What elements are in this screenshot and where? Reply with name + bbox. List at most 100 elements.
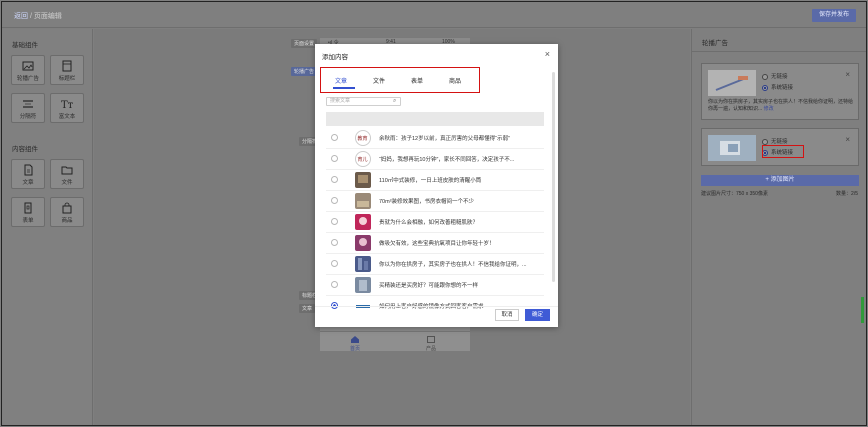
- component-divider[interactable]: 分隔符: [11, 93, 45, 123]
- component-panel: 基础组件 轮播广告 标题栏 分隔符 Tт 富文本 内容组件 文章 文件 表单 商…: [2, 29, 93, 425]
- radio-label: 系统链接: [771, 85, 794, 91]
- dialog-title: 添加内容: [322, 54, 348, 61]
- list-item[interactable]: 110㎡中式装修，一日上班皮肤的清醒小筒: [315, 170, 551, 190]
- article-tag[interactable]: 文章: [299, 304, 316, 313]
- row-thumbnail: [355, 172, 371, 188]
- row-title: 贵就为什么会相融，如何改善粗糙肌肤？: [379, 220, 479, 226]
- property-panel: 轮播广告 无链接 系统链接 × 你以为你在拱房子，其实房子也在拱人！不信我给你证…: [691, 29, 866, 425]
- row-thumbnail: 育儿: [355, 151, 371, 167]
- basic-components-title: 基础组件: [12, 42, 38, 49]
- save-publish-button[interactable]: 保存并发布: [812, 9, 856, 22]
- highlight-content-tabs: [320, 67, 480, 93]
- description-text: 你以为你在拱房子，其实房子也在拱人！不信我给你证明，还特给你再一遍，认知和知识.…: [708, 99, 854, 112]
- component-form[interactable]: 表单: [11, 197, 45, 227]
- component-label: 标题栏: [58, 76, 76, 82]
- component-article[interactable]: 文章: [11, 159, 45, 189]
- divider-icon: [23, 100, 33, 108]
- component-label: 商品: [61, 218, 73, 224]
- banner-image: [708, 70, 756, 96]
- image-count: 数量：2/5: [836, 191, 858, 197]
- article-icon: [24, 164, 33, 176]
- add-image-button[interactable]: + 添加图片: [701, 175, 859, 186]
- product-bag-icon: [62, 202, 72, 214]
- breadcrumb-separator: /: [29, 13, 32, 20]
- row-radio[interactable]: [331, 239, 338, 246]
- list-item[interactable]: 买精装还是买房好？可能跟你想的不一样: [315, 275, 551, 295]
- nav-home[interactable]: 首页: [350, 336, 360, 352]
- dialog-scrollbar[interactable]: [552, 72, 555, 282]
- row-radio[interactable]: [331, 260, 338, 267]
- phone-bottom-nav: 首页 产品: [320, 331, 470, 352]
- list-item[interactable]: 做吸欠有效，这些宝典抗氧项目让你年轻十岁！: [315, 233, 551, 253]
- component-rich-text[interactable]: Tт 富文本: [50, 93, 84, 123]
- component-product[interactable]: 商品: [50, 197, 84, 227]
- cancel-button[interactable]: 取消: [495, 309, 519, 321]
- radio-circle: [762, 73, 768, 80]
- banner-thumbnail[interactable]: [708, 135, 756, 161]
- row-thumbnail: [355, 277, 371, 293]
- option-system-link[interactable]: 系统链接: [762, 83, 793, 91]
- panel-scrollbar[interactable]: [861, 297, 864, 323]
- banner-thumbnail[interactable]: [708, 70, 756, 96]
- option-no-link[interactable]: 无链接: [762, 137, 788, 145]
- dialog-footer-divider: [315, 306, 558, 307]
- form-icon: [24, 202, 32, 214]
- nav-home-label: 首页: [350, 346, 361, 352]
- row-radio[interactable]: [331, 218, 338, 225]
- row-radio[interactable]: [331, 281, 338, 288]
- list-item[interactable]: 你以为你在拱房子，其实房子也在拱人！不信我给你证明，...: [315, 254, 551, 274]
- carousel-tag[interactable]: 轮播广告: [291, 67, 318, 76]
- banner-card-1: 无链接 系统链接 × 你以为你在拱房子，其实房子也在拱人！不信我给你证明，还特给…: [701, 63, 859, 120]
- search-icon[interactable]: ⌕: [393, 98, 396, 105]
- breadcrumb-current: 页面编辑: [33, 13, 62, 20]
- products-icon: [427, 336, 435, 343]
- panel-title: 轮播广告: [702, 40, 728, 47]
- breadcrumb-back-link[interactable]: 返回: [14, 13, 28, 20]
- list-item[interactable]: 教育 余秋雨：孩子12岁以前，真正厉害的父母都懂得“示弱”: [315, 128, 551, 148]
- row-radio[interactable]: [331, 197, 338, 204]
- row-thumbnail: 教育: [355, 130, 371, 146]
- nav-products[interactable]: 产品: [426, 336, 436, 352]
- close-icon[interactable]: ×: [545, 49, 550, 59]
- component-label: 分隔符: [19, 114, 37, 120]
- list-item[interactable]: 育儿 “妈妈，我想再玩10分钟”，家长不同回答，决定孩子不...: [315, 149, 551, 169]
- component-label: 表单: [22, 218, 34, 224]
- svg-text:育儿: 育儿: [358, 156, 368, 163]
- list-item[interactable]: 贵就为什么会相融，如何改善粗糙肌肤？: [315, 212, 551, 232]
- folder-icon: [61, 166, 73, 175]
- row-radio[interactable]: [331, 155, 338, 162]
- row-title: 70m²装修效果图，书房衣帽间一个不少: [379, 199, 475, 205]
- row-thumbnail: [355, 235, 371, 251]
- remove-banner-icon[interactable]: ×: [845, 70, 850, 79]
- component-file[interactable]: 文件: [50, 159, 84, 189]
- radio-circle: [762, 138, 768, 145]
- row-thumbnail: [355, 193, 371, 209]
- option-no-link[interactable]: 无链接: [762, 72, 788, 80]
- row-radio[interactable]: [331, 176, 338, 183]
- remove-banner-icon[interactable]: ×: [845, 135, 850, 144]
- page-settings-tag[interactable]: 页面设置: [291, 39, 318, 48]
- panel-divider: [692, 51, 866, 52]
- banner-image: [708, 135, 756, 161]
- top-bar: 返回 / 页面编辑 保存并发布: [2, 2, 866, 28]
- breadcrumb: 返回 / 页面编辑: [14, 11, 62, 21]
- radio-label: 无链接: [771, 74, 788, 80]
- row-radio[interactable]: [331, 134, 338, 141]
- modify-link[interactable]: 修改: [764, 106, 774, 112]
- row-title: 做吸欠有效，这些宝典抗氧项目让你年轻十岁！: [379, 241, 495, 247]
- search-input[interactable]: 搜索文章: [326, 97, 401, 106]
- row-title: “妈妈，我想再玩10分钟”，家长不同回答，决定孩子不...: [379, 157, 515, 163]
- radio-circle: [762, 84, 768, 91]
- component-carousel[interactable]: 轮播广告: [11, 55, 45, 85]
- highlight-system-link: [762, 145, 804, 158]
- confirm-button[interactable]: 确定: [525, 309, 550, 321]
- component-label: 文件: [61, 180, 73, 186]
- row-title: 买精装还是买房好？可能跟你想的不一样: [379, 283, 479, 289]
- list-item[interactable]: 70m²装修效果图，书房衣帽间一个不少: [315, 191, 551, 211]
- component-label: 文章: [22, 180, 34, 186]
- image-size-hint: 建议图片尺寸：750 x 350像素: [701, 191, 768, 197]
- app-window: 返回 / 页面编辑 保存并发布 基础组件 轮播广告 标题栏 分隔符 Tт 富文本…: [1, 1, 867, 426]
- svg-text:Tт: Tт: [61, 100, 73, 110]
- component-title-bar[interactable]: 标题栏: [50, 55, 84, 85]
- list-header: [326, 112, 544, 126]
